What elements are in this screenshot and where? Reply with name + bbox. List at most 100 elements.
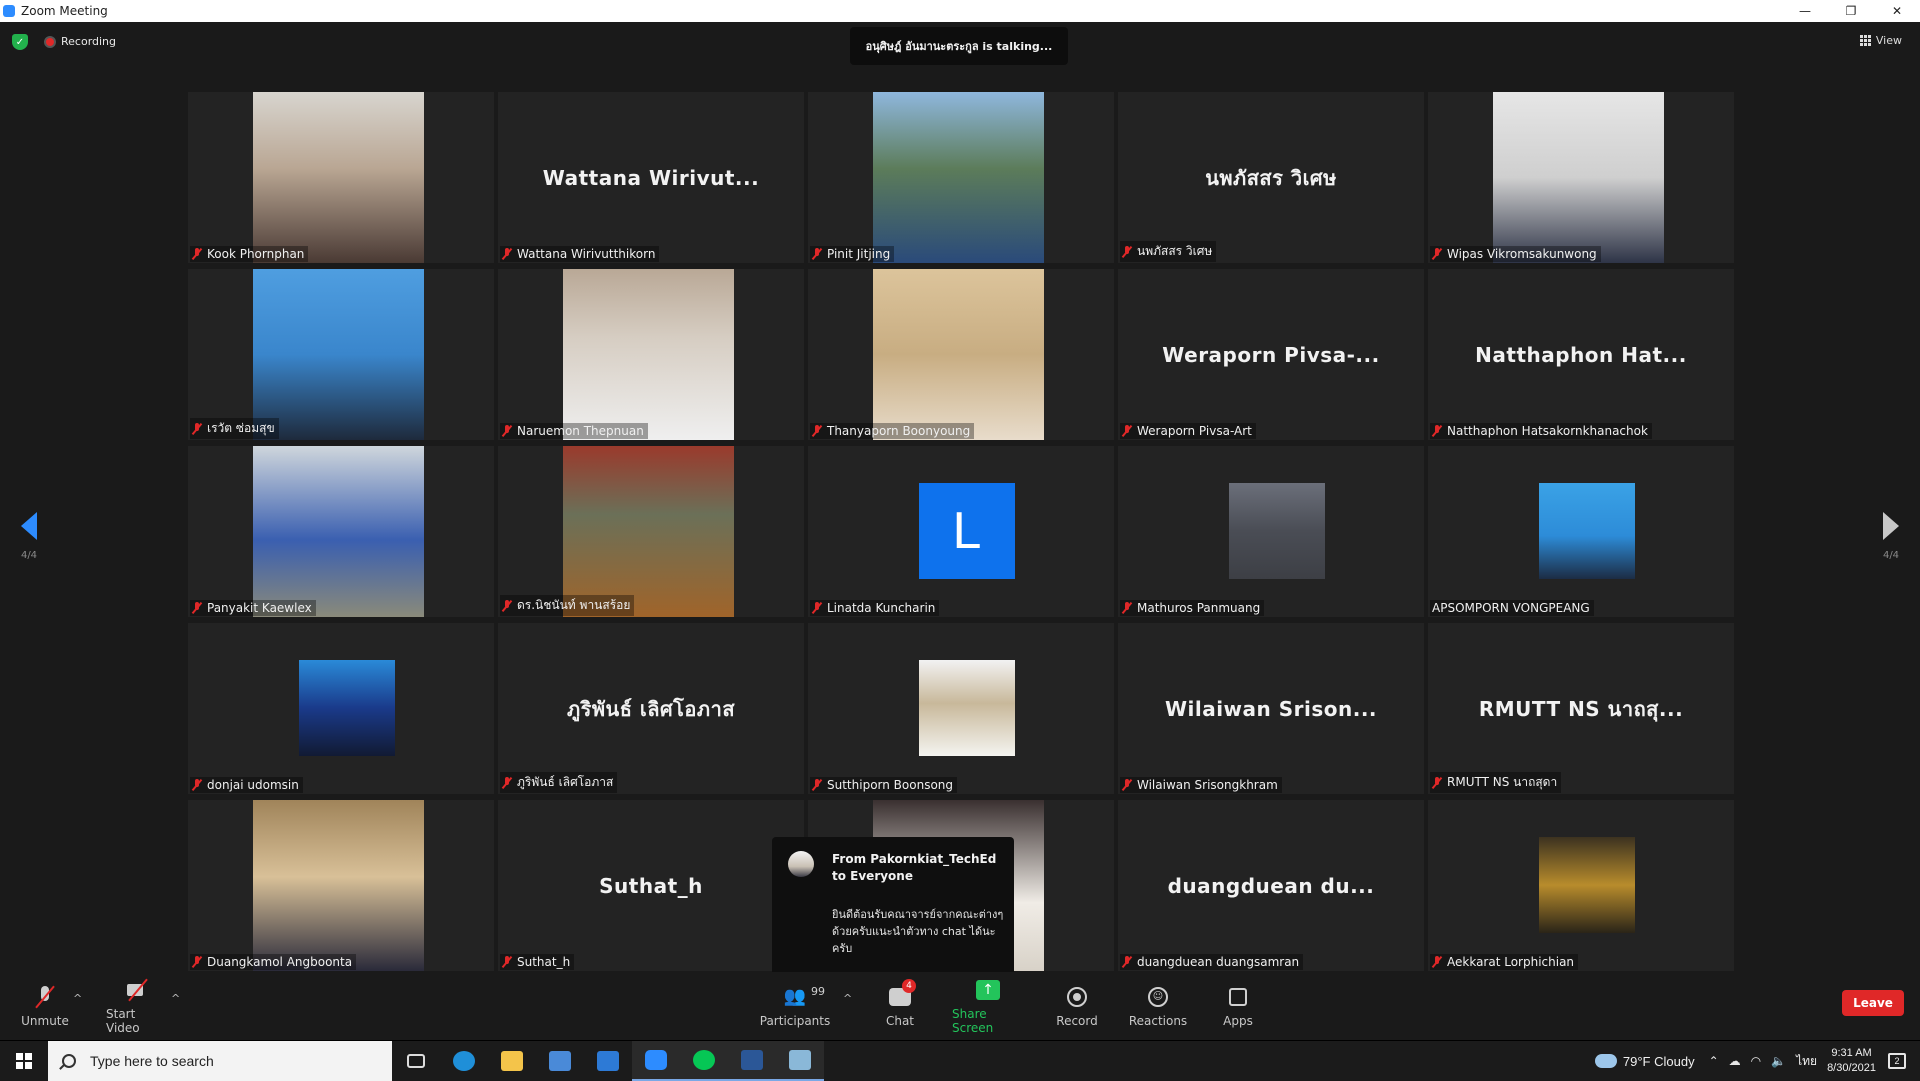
task-view-button[interactable] [392,1041,440,1081]
participant-avatar [299,660,395,756]
zoom-app[interactable] [632,1041,680,1081]
taskbar-search[interactable]: Type here to search [48,1041,392,1081]
notes-app[interactable] [776,1041,824,1081]
participant-tile[interactable]: Wipas Vikromsakunwong [1428,92,1734,263]
chat-sender: From Pakornkiat_TechEd to Everyone [832,852,997,883]
reactions-button[interactable]: ☺ Reactions [1129,972,1187,1040]
apps-icon-wrap [1226,985,1250,1009]
start-button[interactable] [0,1041,48,1081]
input-language[interactable]: ไทย [1796,1052,1817,1071]
zoom-icon [645,1050,667,1070]
clock[interactable]: 9:31 AM 8/30/2021 [1827,1046,1876,1076]
mic-muted-icon [812,248,822,260]
participant-video [253,446,424,617]
participant-video [253,800,424,971]
participant-avatar [919,660,1015,756]
participant-tile[interactable]: donjai udomsin [188,623,494,794]
participant-name: Mathuros Panmuang [1137,601,1261,615]
participant-tile[interactable]: Mathuros Panmuang [1118,446,1424,617]
recording-indicator[interactable]: Recording [44,35,116,48]
folder-icon [501,1051,523,1071]
line-app[interactable] [680,1041,728,1081]
volume-icon[interactable]: 🔈 [1771,1054,1786,1068]
participant-name: ภูริพันธ์ เลิศโอภาส [517,775,614,789]
participant-label: ภูริพันธ์ เลิศโอภาส [500,772,618,793]
edge-app[interactable] [440,1041,488,1081]
audio-options-caret-icon[interactable]: ^ [73,992,82,1005]
view-button[interactable]: View [1859,34,1902,47]
participant-tile[interactable]: RMUTT NS นาถสุ... RMUTT NS นาถสุดา [1428,623,1734,794]
participant-tile[interactable]: Suthat_h Suthat_h [498,800,804,971]
participant-label: Thanyaporn Boonyoung [810,423,975,439]
minimize-button[interactable]: — [1782,0,1828,22]
mic-muted-icon [502,599,512,612]
participant-tile[interactable]: Wattana Wirivut... Wattana Wirivutthikorn [498,92,804,263]
people-icon: 👥 [783,986,807,1007]
camera-off-icon [126,978,150,1002]
participant-tile[interactable]: เรวัต ซ่อมสุข [188,269,494,440]
security-shield-icon[interactable]: ✓ [12,34,28,50]
mic-muted-icon [1432,956,1442,968]
participant-video [253,92,424,263]
unmute-button[interactable]: Unmute [21,972,69,1040]
participant-tile[interactable]: Naruemon Thepnuan [498,269,804,440]
participant-tile[interactable]: Sutthiporn Boonsong [808,623,1114,794]
cloud-icon[interactable] [1594,1054,1617,1068]
apps-button[interactable]: Apps [1218,972,1258,1040]
participant-tile[interactable]: Kook Phornphan [188,92,494,263]
participant-tile[interactable]: Aekkarat Lorphichian [1428,800,1734,971]
participants-button[interactable]: 👥 99 Participants [758,972,832,1040]
participant-tile[interactable]: ดร.นิชนันท์ พานสร้อย [498,446,804,617]
participant-name: Suthat_h [517,955,571,969]
participant-tile[interactable]: duangduean du... duangduean duangsamran [1118,800,1424,971]
participant-tile[interactable]: Weraporn Pivsa-... Weraporn Pivsa-Art [1118,269,1424,440]
participant-tile[interactable]: Natthaphon Hat... Natthaphon Hatsakornkha… [1428,269,1734,440]
video-options-caret-icon[interactable]: ^ [171,992,180,1005]
participant-tile[interactable]: ภูริพันธ์ เลิศโอภาส ภูริพันธ์ เลิศโอภาส [498,623,804,794]
participant-tile[interactable]: L Linatda Kuncharin [808,446,1114,617]
participant-tile[interactable]: Pinit Jitjing [808,92,1114,263]
record-button[interactable]: Record [1054,972,1100,1040]
participant-tile[interactable]: นพภัสสร วิเศษ นพภัสสร วิเศษ [1118,92,1424,263]
file-explorer-app[interactable] [488,1041,536,1081]
participant-tile[interactable]: Panyakit Kaewlex [188,446,494,617]
chat-notification-popup[interactable]: From Pakornkiat_TechEd to Everyone ยินดี… [772,837,1014,987]
chat-button[interactable]: 4 Chat [880,972,920,1040]
participant-tile[interactable]: APSOMPORN VONGPEANG [1428,446,1734,617]
store-app[interactable] [536,1041,584,1081]
participant-label: Linatda Kuncharin [810,600,940,616]
clock-date: 8/30/2021 [1827,1062,1876,1074]
participant-tile[interactable]: Thanyaporn Boonyoung [808,269,1114,440]
windows-taskbar: Type here to search 79°F Cloudy ⌃ ☁ ◠ 🔈 … [0,1040,1920,1081]
next-page-button[interactable]: 4/4 [1876,512,1906,561]
participant-name: RMUTT NS นาถสุดา [1447,775,1558,789]
mic-muted-icon [812,602,822,614]
restore-button[interactable]: ❐ [1828,0,1874,22]
active-speaker-banner: อนุศิษฎ์ อันมานะตระกูล is talking... [850,27,1068,65]
start-video-button[interactable]: Start Video [106,972,170,1040]
prev-page-button[interactable]: 4/4 [14,512,44,561]
participant-label: เรวัต ซ่อมสุข [190,418,279,439]
mail-app[interactable] [584,1041,632,1081]
participant-tile[interactable]: Wilaiwan Srison... Wilaiwan Srisongkhram [1118,623,1424,794]
participants-caret-icon[interactable]: ^ [843,992,852,1005]
participant-display-name: Wilaiwan Srison... [1164,696,1378,721]
participant-avatar [1539,483,1635,579]
mail-icon [597,1051,619,1071]
chevron-up-icon[interactable]: ⌃ [1709,1054,1719,1068]
notifications-icon[interactable]: 2 [1888,1053,1906,1069]
participant-label: Suthat_h [500,954,575,970]
recording-label: Recording [61,35,117,48]
close-button[interactable]: ✕ [1874,0,1920,22]
weather-text[interactable]: 79°F Cloudy [1623,1054,1695,1069]
letter-avatar: L [919,483,1015,579]
share-screen-button[interactable]: ↑ Share Screen [952,972,1024,1040]
onedrive-icon[interactable]: ☁ [1729,1054,1741,1068]
participant-tile[interactable]: Duangkamol Angboonta [188,800,494,971]
wifi-icon[interactable]: ◠ [1751,1054,1761,1068]
participant-name: Panyakit Kaewlex [207,601,312,615]
mic-muted-icon [33,985,57,1009]
leave-button[interactable]: Leave [1842,990,1904,1016]
page-indicator-left: 4/4 [20,550,38,561]
word-app[interactable] [728,1041,776,1081]
